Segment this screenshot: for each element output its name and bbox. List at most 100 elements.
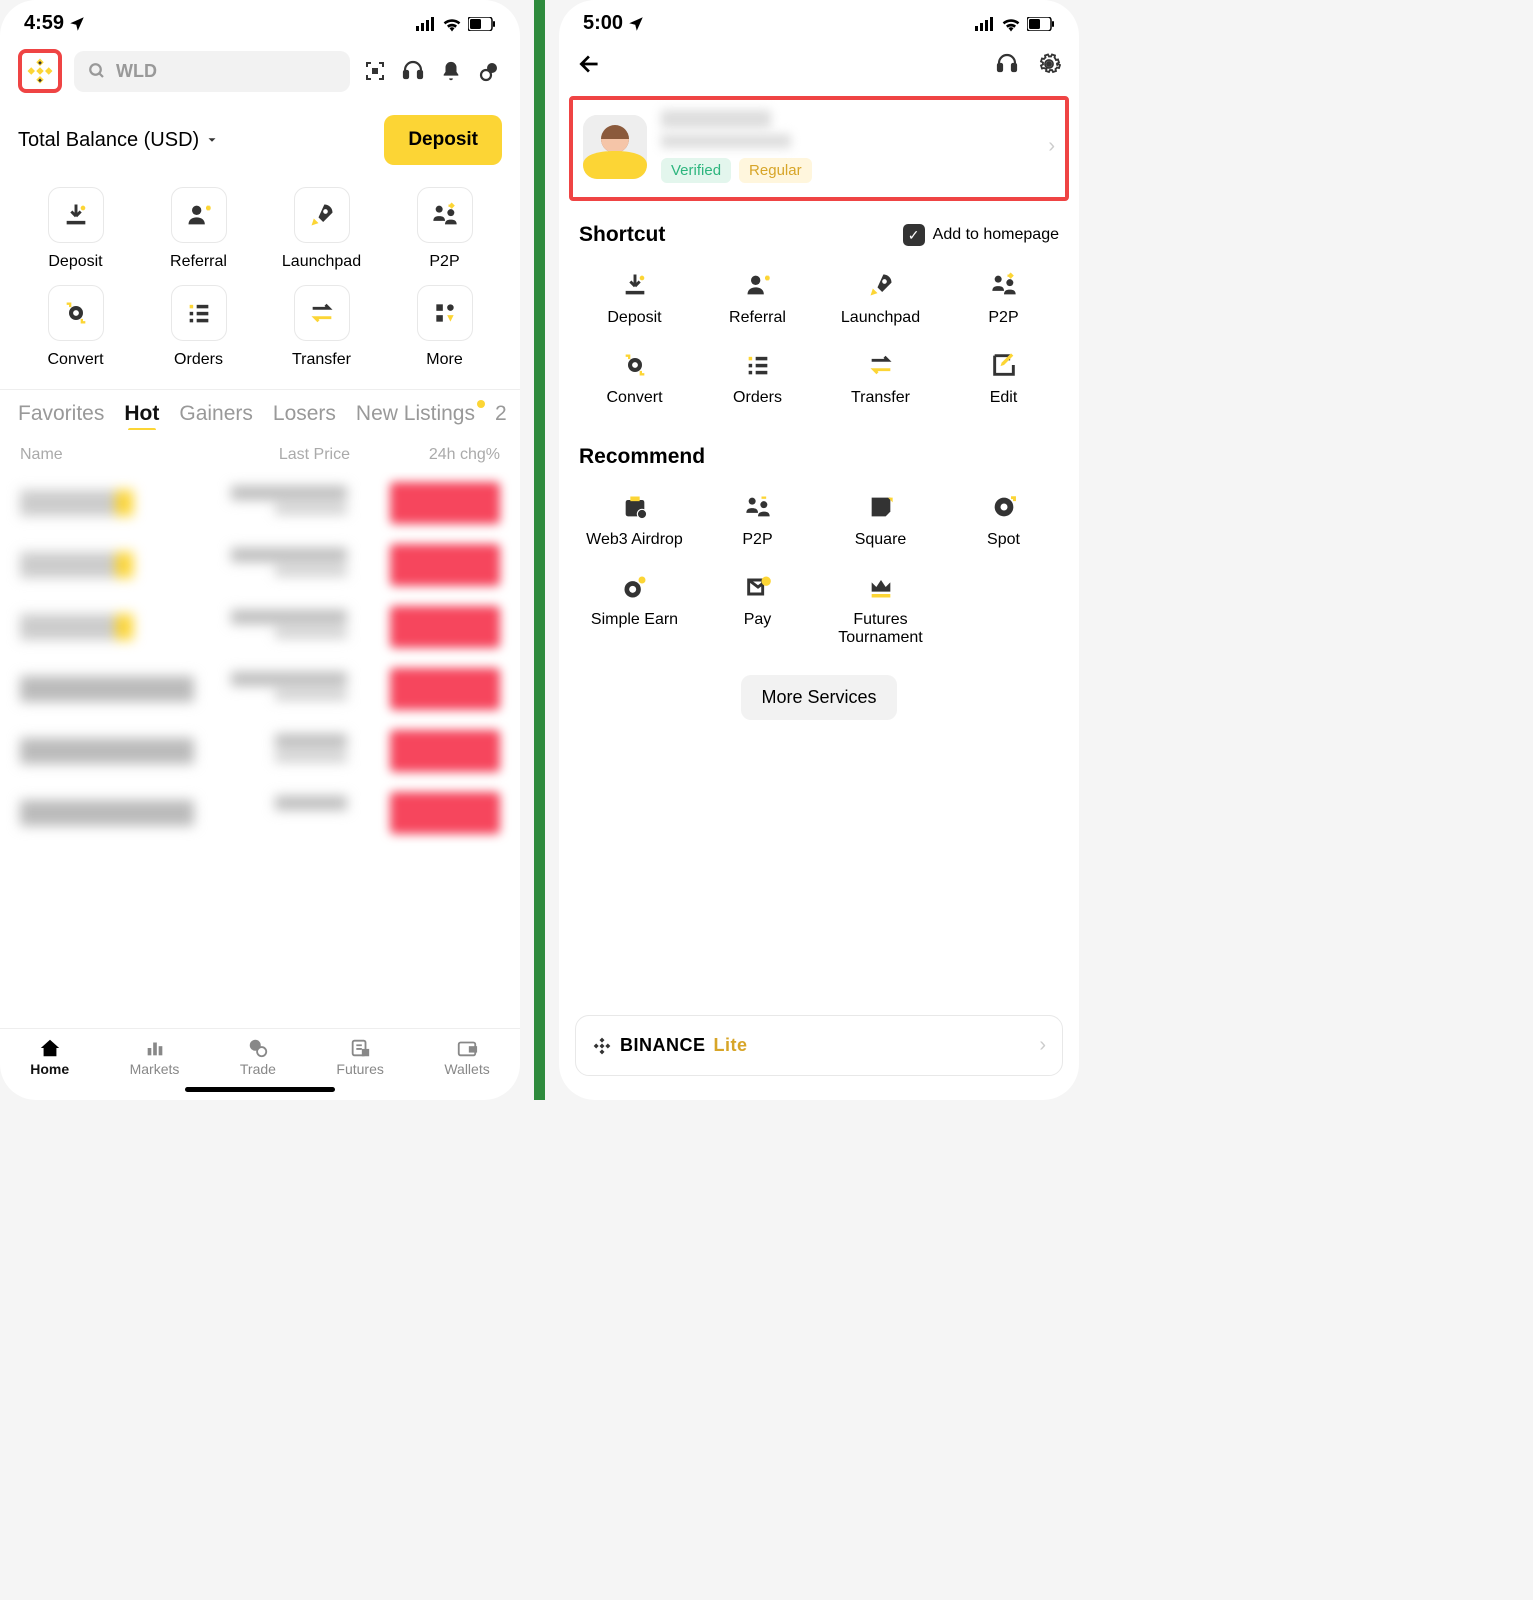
support-button[interactable] [995,52,1019,81]
deposit-icon [619,269,651,301]
recommend-grid: Web3 Airdrop P2P Square Spot Simple Earn… [559,477,1079,667]
shortcut-referral[interactable]: Referral [141,187,256,271]
shortcut-launchpad[interactable]: Launchpad [823,269,938,327]
headset-icon [995,52,1019,76]
nav-trade[interactable]: Trade [240,1037,276,1077]
gear-icon [1037,52,1061,76]
signal-icon [416,17,436,31]
nav-home[interactable]: Home [30,1037,69,1077]
status-time: 5:00 [583,12,623,35]
shortcut-p2p[interactable]: P2P [946,269,1061,327]
regular-badge: Regular [739,158,812,183]
tab-new-listings[interactable]: New Listings [356,402,475,426]
notifications-button[interactable] [438,58,464,84]
markets-icon [143,1037,167,1059]
search-icon [88,62,106,80]
market-list[interactable] [0,472,520,1028]
nav-futures[interactable]: Futures [336,1037,383,1077]
edit-icon [988,349,1020,381]
transfer-icon [308,299,336,327]
coin-button[interactable] [476,58,502,84]
status-bar: 5:00 [559,0,1079,41]
shortcuts-grid: Deposit Referral Launchpad P2P Convert O… [559,255,1079,427]
add-homepage-toggle[interactable]: ✓ Add to homepage [903,224,1059,246]
p2p-icon [431,201,459,229]
rec-spot[interactable]: Spot [946,491,1061,549]
search-input[interactable]: WLD [74,51,350,92]
app-logo-button[interactable] [18,49,62,93]
tab-gainers[interactable]: Gainers [179,402,253,426]
table-row[interactable] [16,596,504,658]
rocket-icon [308,201,336,229]
rec-p2p[interactable]: P2P [700,491,815,549]
shortcut-convert[interactable]: Convert [577,349,692,407]
chevron-right-icon: › [1048,135,1055,158]
nav-wallets[interactable]: Wallets [444,1037,489,1077]
back-button[interactable] [577,51,603,82]
arrow-left-icon [577,51,603,77]
spot-icon [988,491,1020,523]
table-row[interactable] [16,658,504,720]
trade-icon [246,1037,270,1059]
more-services-button[interactable]: More Services [741,675,896,720]
rec-simple-earn[interactable]: Simple Earn [577,571,692,647]
rec-futures-tournament[interactable]: Futures Tournament [823,571,938,647]
shortcut-transfer[interactable]: Transfer [264,285,379,369]
home-indicator [185,1087,335,1092]
tab-hot[interactable]: Hot [124,402,159,426]
table-row[interactable] [16,720,504,782]
orders-icon [185,299,213,327]
table-row[interactable] [16,782,504,844]
shortcut-deposit[interactable]: Deposit [18,187,133,271]
market-list-header: Name Last Price 24h chg% [0,430,520,472]
tab-losers[interactable]: Losers [273,402,336,426]
chevron-down-icon [205,133,219,147]
shortcut-orders[interactable]: Orders [141,285,256,369]
shortcut-convert[interactable]: Convert [18,285,133,369]
orders-icon [742,349,774,381]
location-icon [627,15,645,33]
more-icon [432,300,458,326]
rec-web3-airdrop[interactable]: Web3 Airdrop [577,491,692,549]
futures-icon [348,1037,372,1059]
shortcut-edit[interactable]: Edit [946,349,1061,407]
shortcut-p2p[interactable]: P2P [387,187,502,271]
referral-icon [742,269,774,301]
header: WLD [0,41,520,101]
new-dot-icon [477,400,485,408]
deposit-button[interactable]: Deposit [384,115,502,165]
convert-icon [619,349,651,381]
rec-square[interactable]: Square [823,491,938,549]
binance-logo-icon [25,56,55,86]
table-row[interactable] [16,472,504,534]
status-time: 4:59 [24,12,64,35]
crown-icon [865,571,897,603]
nav-markets[interactable]: Markets [130,1037,180,1077]
avatar [583,115,647,179]
rec-pay[interactable]: Pay [700,571,815,647]
verified-badge: Verified [661,158,731,183]
deposit-icon [62,201,90,229]
profile-card[interactable]: Verified Regular › [569,96,1069,201]
battery-icon [1027,17,1055,31]
earn-icon [619,571,651,603]
tab-favorites[interactable]: Favorites [18,402,104,426]
shortcut-referral[interactable]: Referral [700,269,815,327]
shortcut-transfer[interactable]: Transfer [823,349,938,407]
wifi-icon [1001,16,1021,32]
binance-lite-card[interactable]: BINANCE Lite › [575,1015,1063,1076]
scan-button[interactable] [362,58,388,84]
shortcut-launchpad[interactable]: Launchpad [264,187,379,271]
shortcuts-grid: Deposit Referral Launchpad P2P Convert O… [0,173,520,389]
binance-logo-icon [592,1036,612,1056]
shortcut-deposit[interactable]: Deposit [577,269,692,327]
referral-icon [185,201,213,229]
tab-overflow[interactable]: 2 [495,402,507,426]
status-bar: 4:59 [0,0,520,41]
table-row[interactable] [16,534,504,596]
shortcut-more[interactable]: More [387,285,502,369]
settings-button[interactable] [1037,52,1061,81]
shortcut-orders[interactable]: Orders [700,349,815,407]
support-button[interactable] [400,58,426,84]
balance-toggle[interactable]: Total Balance (USD) [18,129,219,152]
